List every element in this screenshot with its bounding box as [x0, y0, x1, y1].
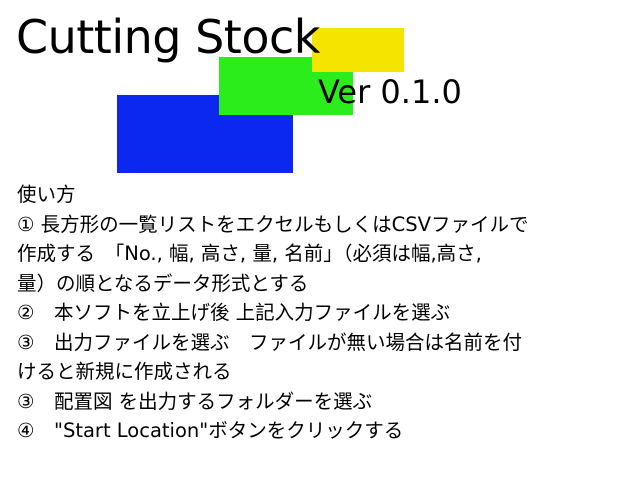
- instructions-heading: 使い方: [17, 183, 76, 206]
- version-label: Ver 0.1.0: [318, 73, 462, 111]
- instruction-line: ③ 出力ファイルを選ぶ ファイルが無い場合は名前を付: [17, 330, 522, 354]
- app-title: Cutting Stock: [16, 10, 320, 64]
- instruction-line: 作成する 「No., 幅, 高さ, 量, 名前」（必須は幅,高さ,: [17, 242, 482, 265]
- yellow-rectangle-graphic: [312, 28, 404, 72]
- instruction-line: けると新規に作成される: [17, 360, 232, 383]
- instruction-line: ② 本ソフトを立上げ後 上記入力ファイルを選ぶ: [17, 301, 451, 324]
- instruction-line: ③ 配置図 を出力するフォルダーを選ぶ: [17, 389, 373, 413]
- instruction-line: ④ "Start Location"ボタンをクリックする: [17, 419, 404, 442]
- instruction-line: ① 長方形の一覧リストをエクセルもしくはCSVファイルで: [17, 212, 529, 236]
- usage-instructions: 使い方 ① 長方形の一覧リストをエクセルもしくはCSVファイルで 作成する 「N…: [17, 180, 629, 446]
- instruction-line: 量）の順となるデータ形式とする: [17, 271, 309, 295]
